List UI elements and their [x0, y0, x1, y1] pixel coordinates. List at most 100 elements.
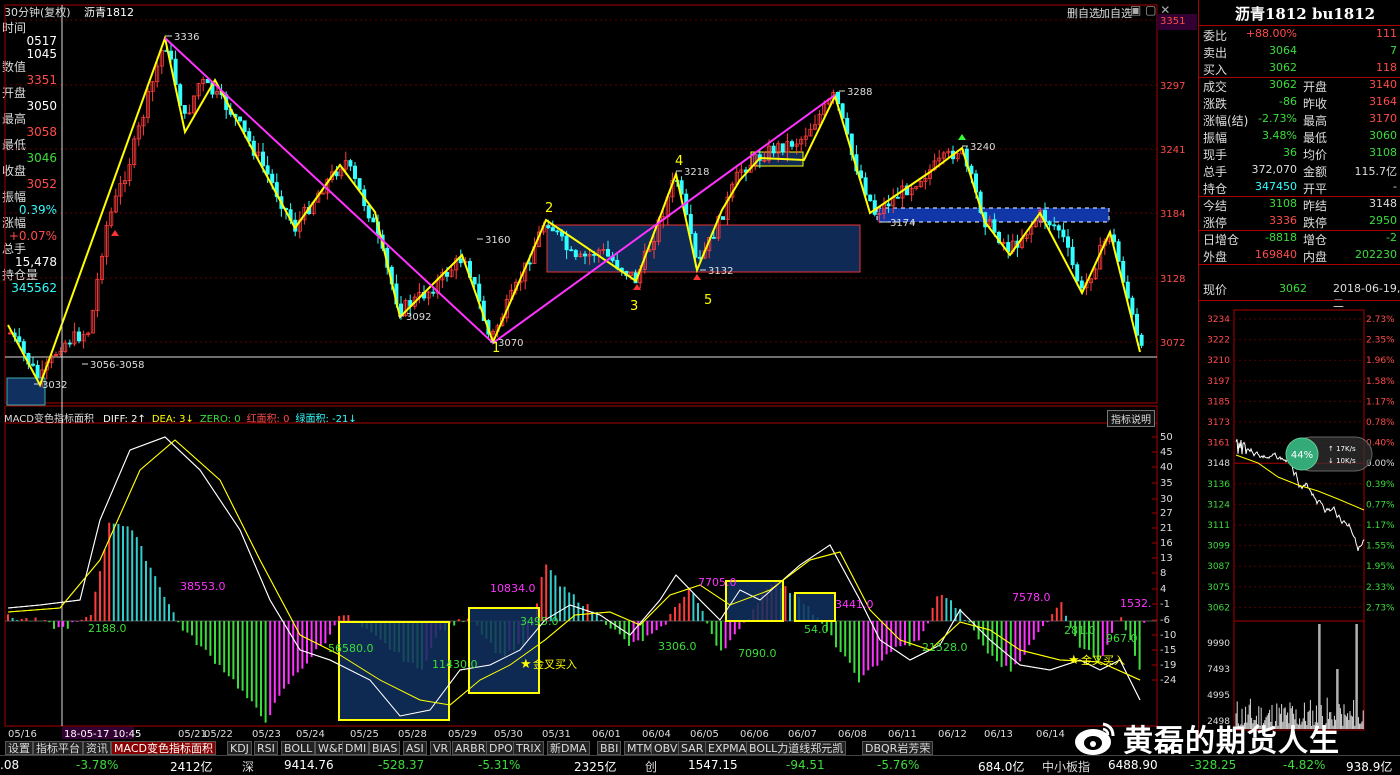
- quote-value: -2: [1386, 231, 1397, 244]
- quote-value: 3062: [1269, 61, 1297, 74]
- macd-area-label: 7090.0: [738, 647, 777, 660]
- indicator-tab[interactable]: RSI: [254, 741, 278, 755]
- candle: [1047, 221, 1052, 226]
- quote-value: -: [1393, 180, 1397, 193]
- indicator-tab[interactable]: ARBR: [452, 741, 489, 755]
- status-value: 6488.90: [1108, 758, 1158, 772]
- upload-speed: ↑ 17K/s: [1328, 445, 1356, 453]
- candle: [606, 249, 611, 257]
- quote-value: 3140: [1369, 78, 1397, 91]
- price-annotation: 3218: [684, 167, 709, 178]
- candle: [721, 216, 726, 220]
- indicator-tab[interactable]: VR: [430, 741, 452, 755]
- main-frame: [4, 4, 1158, 404]
- candle: [67, 342, 72, 345]
- candle: [357, 178, 362, 191]
- indicator-tab[interactable]: BIAS: [369, 741, 401, 755]
- quote-row: 外盘 169840 内盘 202230: [1199, 247, 1399, 264]
- intraday-chart[interactable]: 3234 2.73% 3222 2.35% 3210 1.96% 3197 1.58% 3185…: [1198, 305, 1400, 741]
- price-axis-label: 3072: [1160, 338, 1185, 349]
- macd-area-label: 10834.0: [490, 582, 536, 595]
- price-axis-label: 3297: [1160, 81, 1185, 92]
- candle: [555, 230, 560, 233]
- intraday-pct-label: 1.96%: [1366, 356, 1395, 366]
- golden-cross-star-icon: ★: [1068, 653, 1080, 668]
- macd-axis-label: -19: [1160, 660, 1176, 671]
- kline-chart[interactable]: 3351329732413184312830723336328832403218…: [0, 0, 1200, 740]
- indicator-tab[interactable]: BOLL: [281, 741, 316, 755]
- intraday-pct-label: 1.95%: [1366, 562, 1395, 572]
- signal-arrow-icon: [958, 134, 966, 140]
- quote-value: 202230: [1355, 248, 1397, 261]
- quote-value: 3108: [1269, 197, 1297, 210]
- quote-label: 委比: [1203, 29, 1228, 43]
- status-value: -5.76%: [877, 758, 920, 772]
- intraday-price-label: 3099: [1207, 542, 1230, 552]
- volume-axis-label: 9990: [1207, 639, 1230, 649]
- intraday-pct-label: 1.17%: [1366, 397, 1395, 407]
- indicator-tab[interactable]: DPO: [486, 741, 516, 755]
- indicator-tab[interactable]: ASI: [403, 741, 427, 755]
- indicator-tab[interactable]: KDJ: [227, 741, 252, 755]
- quote-value: 7: [1390, 44, 1397, 57]
- macd-axis-label: 8: [1160, 568, 1166, 579]
- macd-area-label: 3441.0: [835, 598, 874, 611]
- price-axis-label: 3351: [1160, 16, 1185, 27]
- macd-axis-label: 4: [1160, 584, 1166, 595]
- price-annotation: 3288: [847, 87, 872, 98]
- intraday-price-label: 3185: [1207, 397, 1230, 407]
- macd-title[interactable]: MACD变色指标面积: [4, 414, 94, 425]
- price-annotation: 3174: [890, 218, 915, 229]
- weibo-watermark: 黄磊的期货人生: [1073, 716, 1340, 760]
- quote-label: 外盘: [1203, 250, 1228, 264]
- date-axis-label: 05/24: [296, 729, 325, 740]
- indicator-tab[interactable]: EXPMA: [705, 741, 750, 755]
- candle: [352, 165, 357, 179]
- candle: [182, 105, 187, 114]
- wave-label: 5: [704, 293, 712, 308]
- quote-value: -86: [1279, 95, 1297, 108]
- macd-area-label: 7705.0: [698, 576, 737, 589]
- date-axis-label: 05/16: [8, 729, 37, 740]
- date-axis-label: 06/11: [888, 729, 917, 740]
- volume-axis-label: 7493: [1207, 665, 1230, 675]
- status-value: -528.37: [378, 758, 425, 772]
- indicator-tab[interactable]: 资讯: [83, 741, 111, 755]
- indicator-tab[interactable]: DMI: [342, 741, 370, 755]
- quote-value: 372,070: [1251, 163, 1298, 176]
- indicator-tab[interactable]: OBV: [651, 741, 681, 755]
- candle: [550, 227, 555, 232]
- indicator-help-button[interactable]: 指标说明: [1107, 410, 1155, 427]
- date-axis-label: 06/12: [938, 729, 967, 740]
- status-value: 创: [645, 760, 658, 774]
- price-annotation: 3092: [406, 312, 431, 323]
- quote-value: 118: [1376, 61, 1397, 74]
- quote-label: 开平: [1303, 182, 1328, 196]
- intraday-pct-label: 1.58%: [1366, 377, 1395, 387]
- candle: [1066, 236, 1071, 248]
- macd-axis-label: 45: [1160, 447, 1173, 458]
- indicator-tab[interactable]: 新DMA: [547, 741, 590, 755]
- indicator-tab[interactable]: BBI: [597, 741, 622, 755]
- indicator-tab[interactable]: BOLL力道线郑元凯: [746, 741, 847, 755]
- quote-value: 3148: [1369, 197, 1397, 210]
- indicator-tab[interactable]: SAR: [678, 741, 707, 755]
- download-speed: ↓ 10K/s: [1328, 457, 1356, 465]
- indicator-tab[interactable]: TRIX: [513, 741, 545, 755]
- quote-label: 振幅: [1203, 131, 1228, 145]
- indicator-tab[interactable]: 指标平台: [33, 741, 83, 755]
- indicator-tab[interactable]: 设置: [5, 741, 33, 755]
- macd-axis-label: 16: [1160, 538, 1173, 549]
- quote-label: 金额: [1303, 165, 1328, 179]
- quote-label: 涨跌: [1203, 97, 1228, 111]
- indicator-tab[interactable]: MACD变色指标面积: [111, 741, 216, 755]
- candle: [472, 277, 477, 285]
- macd-area-label: 21528.0: [922, 641, 968, 654]
- consolidation-box: [546, 224, 861, 273]
- quote-row: 涨幅(结) -2.73% 最高 3170: [1199, 111, 1399, 128]
- macd-area-label: 3495.0: [520, 615, 559, 628]
- date-axis-label: 06/01: [592, 729, 621, 740]
- quote-label: 增仓: [1303, 233, 1328, 247]
- indicator-tab[interactable]: DBQR岩芳荣: [862, 741, 934, 755]
- volume-axis-label: 4995: [1207, 691, 1230, 701]
